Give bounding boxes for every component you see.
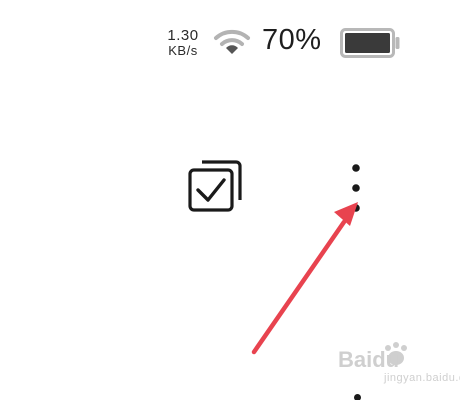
watermark-sub: jingyan.baidu.com [384,372,460,384]
annotation-arrow [251,202,358,355]
battery-icon [340,28,400,58]
wifi-icon [214,29,250,54]
watermark-logo: Baidu [338,342,407,372]
watermark-brand: Baidu [338,347,399,372]
network-speed-unit: KB/s [168,43,198,58]
watermark: Baidu jingyan.baidu.com [336,340,460,390]
more-vertical-icon[interactable] [341,162,371,216]
status-bar: 1.30 KB/s 70% [0,0,460,70]
phone-screen: 1.30 KB/s 70% Baidu jingyan.baidu. [0,0,460,400]
bottom-partial-icon [354,394,361,400]
multi-select-checkbox-icon[interactable] [186,156,246,216]
battery-percent: 70% [262,24,322,56]
network-speed-value: 1.30 [167,27,199,44]
network-speed: 1.30 KB/s [162,28,204,57]
